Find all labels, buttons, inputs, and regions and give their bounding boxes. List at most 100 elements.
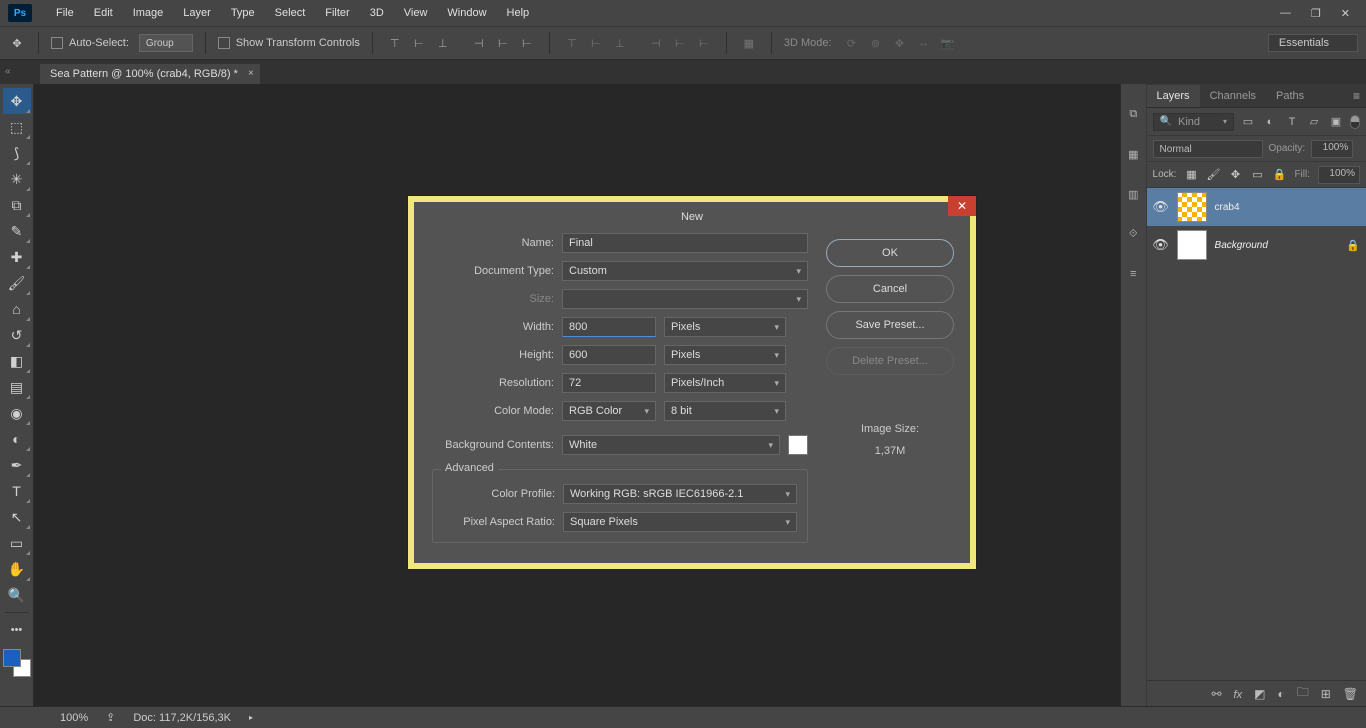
lock-pixels-icon[interactable]: ▦ — [1184, 168, 1198, 182]
3d-orbit-icon[interactable]: ⟳ — [842, 33, 862, 53]
colormode-select[interactable]: RGB Color▾ — [562, 401, 656, 421]
workspace-switcher[interactable]: Essentials — [1268, 34, 1358, 52]
lock-artboard-icon[interactable]: ▭ — [1250, 168, 1264, 182]
adjustments-panel-icon[interactable]: ≡ — [1121, 262, 1145, 286]
tab-channels[interactable]: Channels — [1200, 85, 1266, 107]
filter-smart-icon[interactable]: ▣ — [1328, 114, 1344, 130]
libraries-panel-icon[interactable]: ⟐ — [1121, 222, 1145, 246]
zoom-level[interactable]: 100% — [60, 712, 88, 724]
distribute-bottom-icon[interactable]: ⊥ — [610, 33, 630, 53]
distribute-top-icon[interactable]: ⊤ — [562, 33, 582, 53]
layer-name[interactable]: Background — [1215, 240, 1268, 251]
tool-hand[interactable]: ✋ — [3, 556, 31, 582]
colordepth-select[interactable]: 8 bit▾ — [664, 401, 786, 421]
auto-select-checkbox[interactable]: Auto-Select: — [51, 37, 129, 49]
resolution-input[interactable] — [562, 373, 656, 393]
filter-adjust-icon[interactable]: ◐ — [1262, 114, 1278, 130]
filter-shape-icon[interactable]: ▱ — [1306, 114, 1322, 130]
link-layers-icon[interactable]: ⚯ — [1211, 687, 1221, 701]
collapse-toolbar-icon[interactable]: « — [5, 66, 11, 77]
foreground-color-swatch[interactable] — [3, 649, 21, 667]
tool-quick-select[interactable]: ✳ — [3, 166, 31, 192]
menu-3d[interactable]: 3D — [360, 3, 394, 23]
color-profile-select[interactable]: Working RGB: sRGB IEC61966-2.1▾ — [563, 484, 797, 504]
distribute-hcenter-icon[interactable]: ⊢ — [670, 33, 690, 53]
visibility-toggle-icon[interactable]: 👁 — [1153, 237, 1169, 253]
document-tab[interactable]: Sea Pattern @ 100% (crab4, RGB/8) * × — [40, 64, 260, 84]
distribute-right-icon[interactable]: ⊢ — [694, 33, 714, 53]
doc-info[interactable]: Doc: 117,2K/156,3K — [133, 712, 231, 724]
pixel-aspect-select[interactable]: Square Pixels▾ — [563, 512, 797, 532]
tool-eyedropper[interactable]: ✎ — [3, 218, 31, 244]
menu-select[interactable]: Select — [265, 3, 316, 23]
bgcontents-select[interactable]: White▾ — [562, 435, 780, 455]
blend-mode-select[interactable]: Normal — [1153, 140, 1263, 158]
save-preset-button[interactable]: Save Preset... — [826, 311, 954, 339]
3d-slide-icon[interactable]: ↔ — [914, 33, 934, 53]
bgcontents-swatch[interactable] — [788, 435, 808, 455]
lock-position-icon[interactable]: ✥ — [1228, 168, 1242, 182]
3d-roll-icon[interactable]: ⊚ — [866, 33, 886, 53]
tab-paths[interactable]: Paths — [1266, 85, 1314, 107]
color-swatches[interactable] — [3, 649, 31, 677]
tool-stamp[interactable]: ⌂ — [3, 296, 31, 322]
3d-pan-icon[interactable]: ✥ — [890, 33, 910, 53]
menu-window[interactable]: Window — [437, 3, 496, 23]
visibility-toggle-icon[interactable]: 👁 — [1153, 199, 1169, 215]
filter-type-icon[interactable]: T — [1284, 114, 1300, 130]
lock-paint-icon[interactable]: 🖌 — [1206, 168, 1220, 182]
name-input[interactable] — [562, 233, 808, 253]
swatches-panel-icon[interactable]: ▥ — [1121, 182, 1145, 206]
ok-button[interactable]: OK — [826, 239, 954, 267]
close-button[interactable]: ✕ — [1341, 7, 1350, 20]
align-left-icon[interactable]: ⊣ — [469, 33, 489, 53]
tool-gradient[interactable]: ▤ — [3, 374, 31, 400]
color-panel-icon[interactable]: ▦ — [1121, 142, 1145, 166]
dialog-close-button[interactable]: ✕ — [948, 196, 976, 216]
new-layer-icon[interactable]: ⊞ — [1321, 687, 1331, 701]
menu-help[interactable]: Help — [497, 3, 540, 23]
auto-select-scope[interactable]: Group — [139, 34, 193, 52]
align-bottom-icon[interactable]: ⊥ — [433, 33, 453, 53]
filter-toggle-icon[interactable] — [1350, 115, 1360, 129]
opacity-input[interactable]: 100% — [1311, 140, 1353, 158]
show-transform-checkbox[interactable]: Show Transform Controls — [218, 37, 360, 49]
menu-file[interactable]: File — [46, 3, 84, 23]
resolution-unit-select[interactable]: Pixels/Inch▾ — [664, 373, 786, 393]
tool-zoom[interactable]: 🔍 — [3, 582, 31, 608]
layer-row[interactable]: 👁 crab4 — [1147, 188, 1366, 226]
layer-name[interactable]: crab4 — [1215, 202, 1240, 213]
tool-shape[interactable]: ▭ — [3, 530, 31, 556]
layer-group-icon[interactable]: 🗀 — [1297, 683, 1309, 704]
align-top-icon[interactable]: ⊤ — [385, 33, 405, 53]
menu-layer[interactable]: Layer — [173, 3, 221, 23]
tool-path-select[interactable]: ↖ — [3, 504, 31, 530]
tool-dodge[interactable]: ◐ — [3, 426, 31, 452]
layer-thumbnail[interactable] — [1177, 192, 1207, 222]
distribute-vcenter-icon[interactable]: ⊢ — [586, 33, 606, 53]
restore-button[interactable]: ❐ — [1311, 7, 1321, 20]
tool-brush[interactable]: 🖌 — [3, 270, 31, 296]
3d-camera-icon[interactable]: 📷 — [938, 33, 958, 53]
tool-move[interactable]: ✥ — [3, 88, 31, 114]
tool-history-brush[interactable]: ↺ — [3, 322, 31, 348]
fill-input[interactable]: 100% — [1318, 166, 1360, 184]
menu-type[interactable]: Type — [221, 3, 265, 23]
tool-healing[interactable]: ✚ — [3, 244, 31, 270]
delete-layer-icon[interactable]: 🗑 — [1343, 687, 1358, 701]
tool-lasso[interactable]: ⟆ — [3, 140, 31, 166]
edit-toolbar-icon[interactable]: ••• — [3, 617, 31, 643]
distribute-left-icon[interactable]: ⊣ — [646, 33, 666, 53]
align-right-icon[interactable]: ⊢ — [517, 33, 537, 53]
tool-eraser[interactable]: ◧ — [3, 348, 31, 374]
align-vcenter-icon[interactable]: ⊢ — [409, 33, 429, 53]
layer-mask-icon[interactable]: ◩ — [1254, 687, 1265, 701]
layer-row[interactable]: 👁 Background 🔒 — [1147, 226, 1366, 264]
height-unit-select[interactable]: Pixels▾ — [664, 345, 786, 365]
height-input[interactable] — [562, 345, 656, 365]
minimize-button[interactable]: — — [1280, 7, 1291, 20]
history-panel-icon[interactable]: ⧉ — [1121, 102, 1145, 126]
tool-type[interactable]: T — [3, 478, 31, 504]
menu-edit[interactable]: Edit — [84, 3, 123, 23]
width-input[interactable] — [562, 317, 656, 337]
